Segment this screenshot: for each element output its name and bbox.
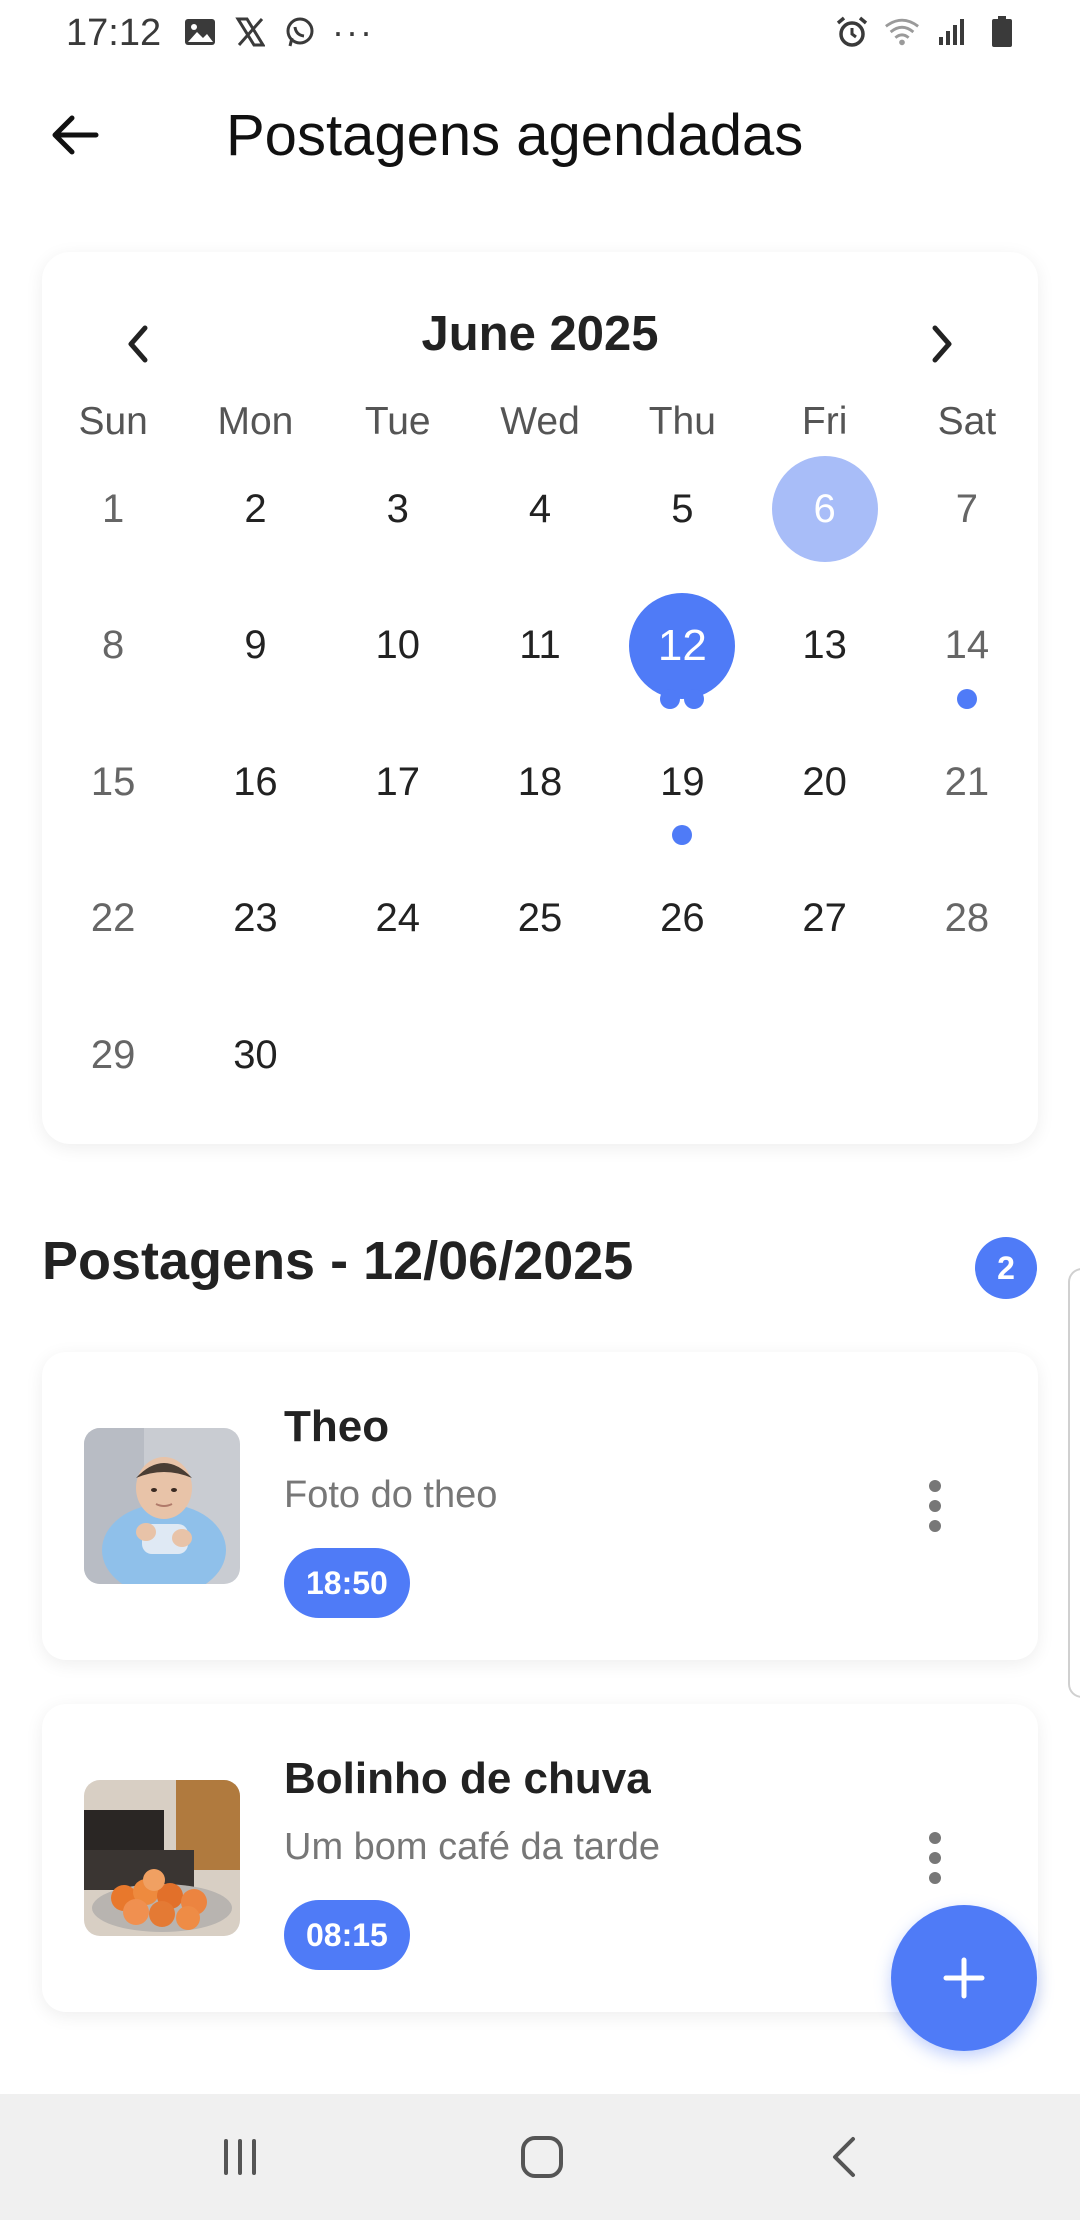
post-description: Foto do theo [284,1474,498,1516]
calendar-day-14[interactable]: 14 [914,593,1020,699]
weekday-label: Sat [937,400,997,443]
recents-button[interactable] [200,2124,280,2190]
scheduled-post-marker [956,688,977,709]
calendar-week-row: 8 9 10 11 12 13 14 [42,589,1038,726]
battery-icon [984,14,1020,50]
plus-icon [943,1957,985,1999]
calendar-day-27[interactable]: 27 [772,866,878,972]
calendar-week-row: 1234567 [42,452,1038,589]
calendar-week-row: 22 23 24 25 26 27 28 [42,862,1038,999]
weekday-label: Wed [500,400,580,443]
calendar-day-30[interactable]: 30 [202,1002,308,1108]
weekday-label: Sun [78,400,148,443]
calendar-week-row: 15 16 17 18 19 20 21 [42,725,1038,862]
arrow-left-icon [52,115,99,155]
more-options-button[interactable] [910,1468,960,1544]
chevron-right-icon [932,325,952,363]
calendar-day-1[interactable]: 1 [60,456,166,562]
calendar-day-10[interactable]: 10 [345,593,451,699]
next-month-button[interactable] [912,314,972,374]
calendar-week-row: 29 30 [42,998,1038,1135]
post-time-badge: 18:50 [284,1548,410,1618]
calendar-day-19[interactable]: 19 [629,729,735,835]
calendar-day-5[interactable]: 5 [629,456,735,562]
posts-count-badge: 2 [975,1237,1037,1299]
weekday-label: Thu [648,400,716,443]
posts-section-title: Postagens - 12/06/2025 [42,1231,634,1291]
calendar-month-label: June 2025 [421,307,659,361]
chevron-left-icon [128,325,148,363]
calendar-day-23[interactable]: 23 [202,866,308,972]
calendar-day-25[interactable]: 25 [487,866,593,972]
back-nav-button[interactable] [804,2124,884,2190]
calendar-day-6[interactable]: 6 [771,456,878,562]
weekday-label: Mon [217,400,294,443]
calendar-day-2[interactable]: 2 [202,456,308,562]
calendar-day-26[interactable]: 26 [629,866,735,972]
recents-icon [224,2139,256,2175]
scheduled-post-marker [672,825,693,845]
calendar-day-20[interactable]: 20 [772,729,878,835]
calendar-day-21[interactable]: 21 [914,729,1020,835]
more-options-button[interactable] [910,1820,960,1896]
weekday-label: Fri [801,400,848,443]
whatsapp-icon [282,14,318,50]
more-vert-icon [929,1832,941,1844]
system-navigation-bar [0,2094,1080,2220]
more-vert-icon [929,1480,941,1492]
previous-month-button[interactable] [108,314,168,374]
post-thumbnail [84,1428,240,1584]
back-nav-icon [833,2137,855,2177]
add-post-button[interactable] [891,1905,1037,2051]
alarm-icon [834,14,870,50]
signal-icon [934,14,970,50]
calendar-day-15[interactable]: 15 [60,729,166,835]
scheduled-post-marker [660,688,681,709]
calendar-day-9[interactable]: 9 [202,593,308,699]
calendar-day-28[interactable]: 28 [914,866,1020,972]
calendar-day-13[interactable]: 13 [772,593,878,699]
calendar-day-22[interactable]: 22 [60,866,166,972]
status-bar: 17:12 ··· [0,0,1080,64]
calendar-card: June 2025 Sun Mon Tue Wed Thu Fri Sat 12… [42,252,1038,1144]
home-button[interactable] [502,2124,582,2190]
gallery-icon [182,14,218,50]
calendar-day-7[interactable]: 7 [914,456,1020,562]
post-card[interactable]: Bolinho de chuva Um bom café da tarde 08… [42,1704,1038,2012]
post-title: Bolinho de chuva [284,1754,651,1803]
wifi-icon [884,14,920,50]
scheduled-post-marker [684,688,705,709]
calendar-day-11[interactable]: 11 [487,593,593,699]
status-time: 17:12 [66,12,162,54]
calendar-day-8[interactable]: 8 [60,593,166,699]
post-thumbnail [84,1780,240,1936]
edge-panel-handle[interactable] [1068,1268,1080,1698]
more-notifications-icon: ··· [332,11,374,52]
calendar-grid: Sun Mon Tue Wed Thu Fri Sat 1 2 3 4 5 6 7 8 9 10 1… [42,392,1038,1135]
calendar-day-16[interactable]: 16 [202,729,308,835]
post-card[interactable]: Theo Foto do theo 18:50 [42,1352,1038,1660]
calendar-day-17[interactable]: 17 [345,729,451,835]
calendar-day-24[interactable]: 24 [345,866,451,972]
calendar-day-3[interactable]: 3 [345,456,451,562]
calendar-day-4[interactable]: 4 [487,456,593,562]
post-title: Theo [284,1402,390,1451]
app-bar: Postagens agendadas [0,80,1080,190]
post-time-badge: 08:15 [284,1900,410,1970]
calendar-day-12[interactable]: 12 [629,592,736,699]
page-title: Postagens agendadas [226,103,804,168]
x-icon [232,14,268,50]
calendar-day-29[interactable]: 29 [60,1002,166,1108]
weekday-header: Sun Mon Tue Wed Thu Fri Sat [42,392,1038,452]
calendar-weeks: 1 2 3 4 5 6 7 8 9 10 11 12 13 14 15 16 17 18 19 20 21 22 23 24 2… [42,452,1038,1135]
calendar-day-18[interactable]: 18 [487,729,593,835]
home-icon [521,2136,563,2178]
post-description: Um bom café da tarde [284,1826,660,1868]
weekday-label: Tue [364,400,431,443]
back-button[interactable] [40,100,110,170]
